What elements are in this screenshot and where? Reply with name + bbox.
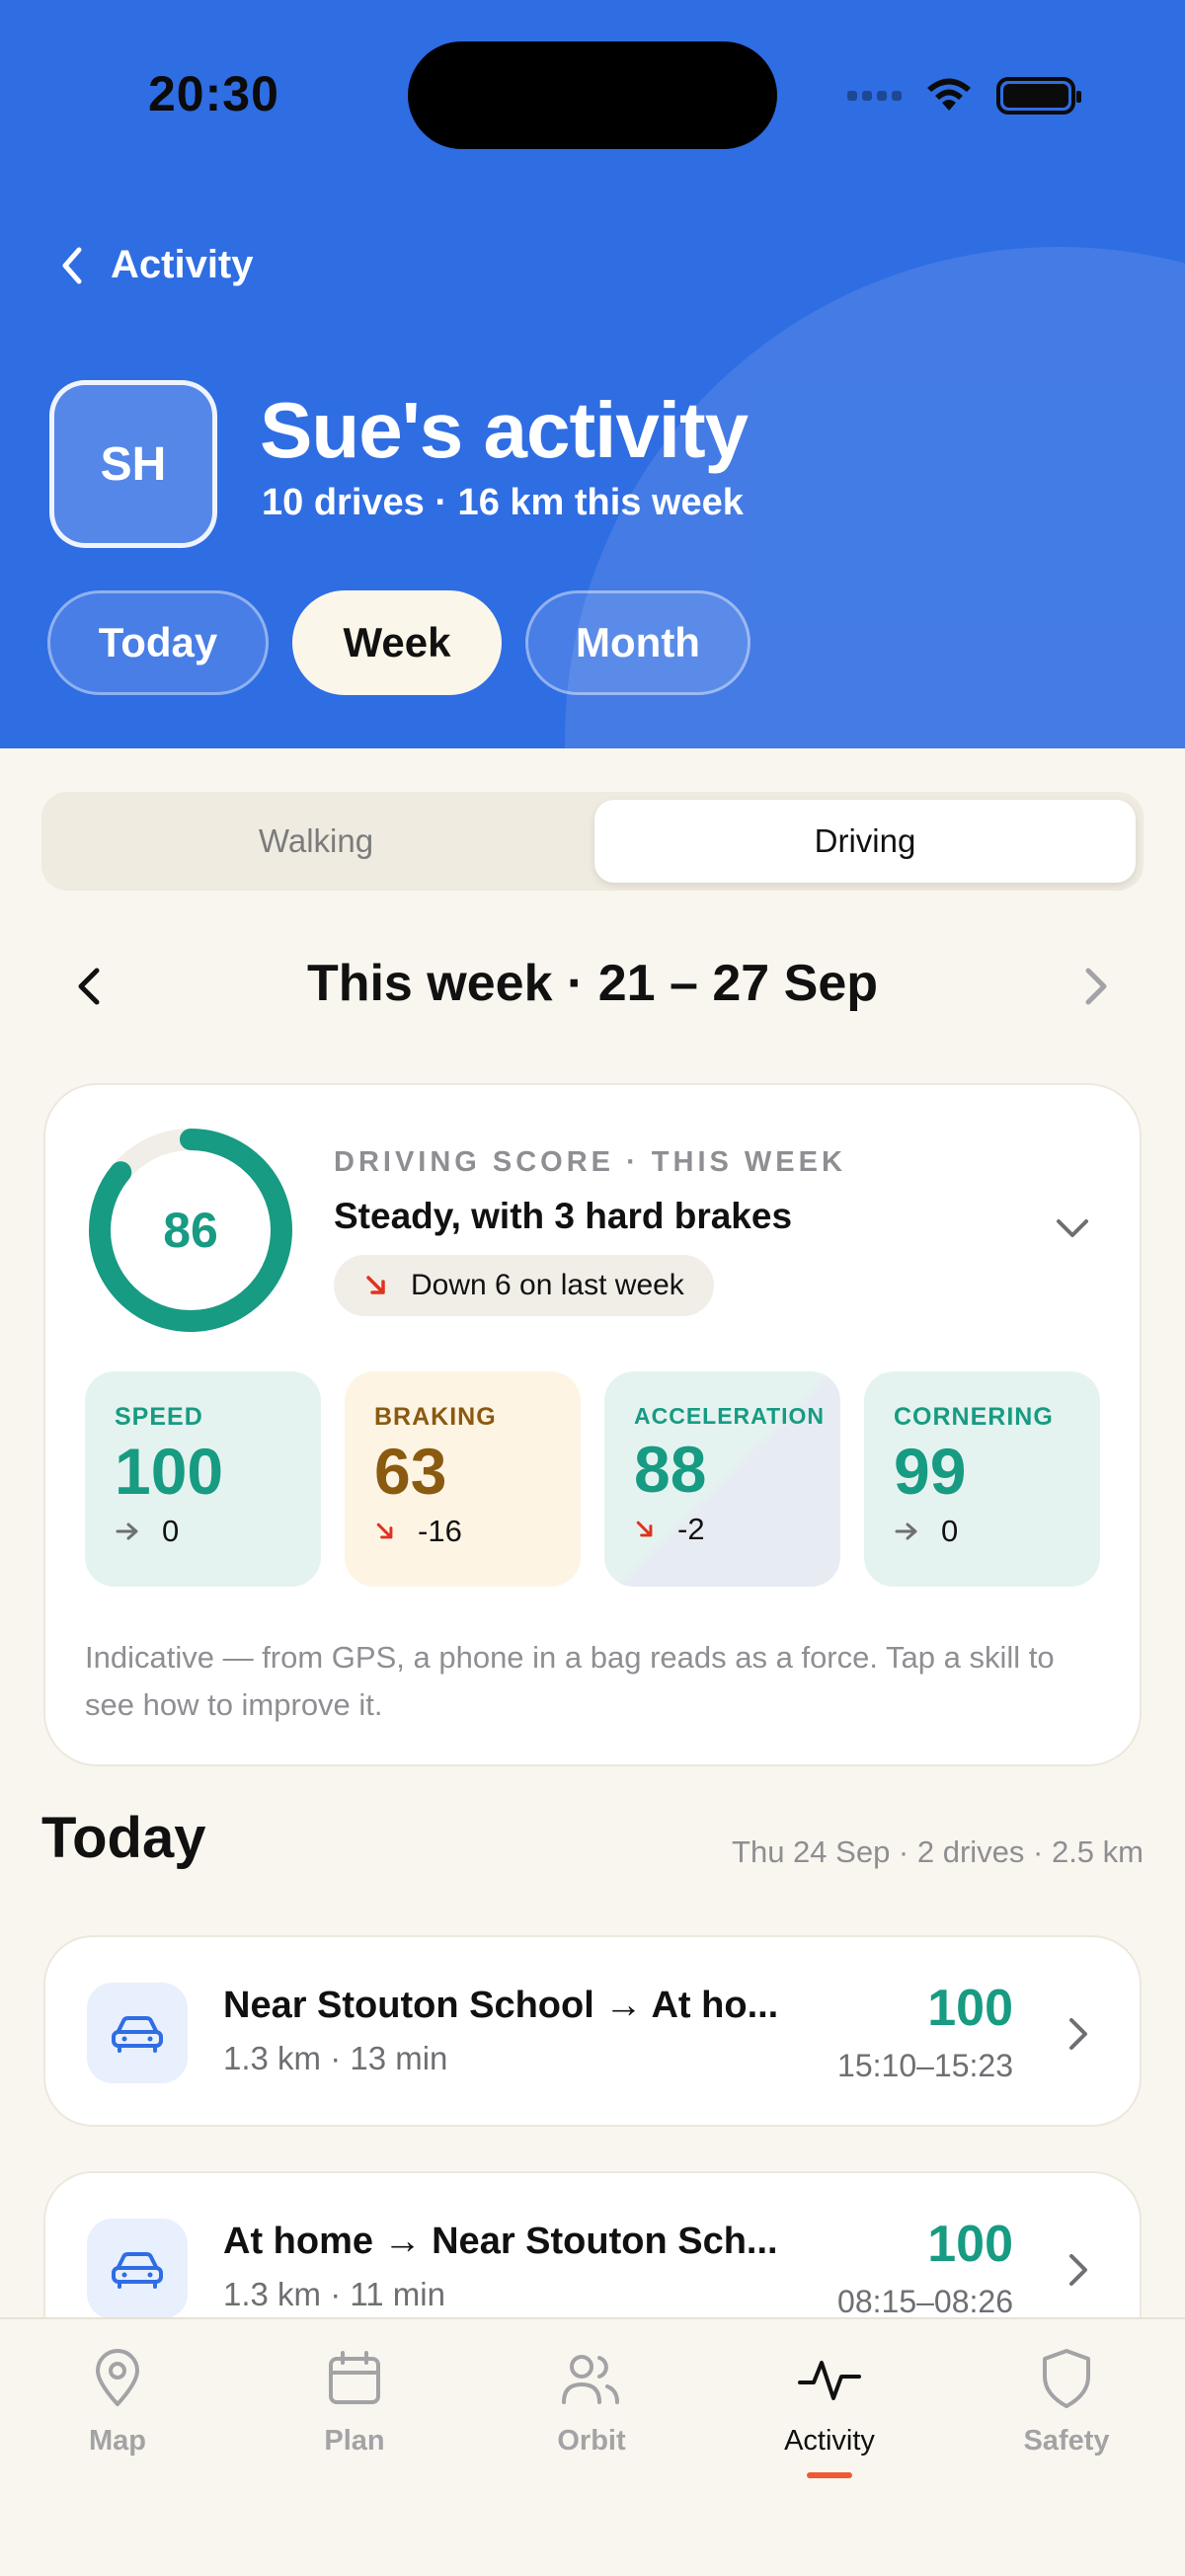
back-button[interactable]: Activity [59, 243, 254, 287]
cellular-signal-icon [847, 91, 902, 101]
score-disclaimer: Indicative — from GPS, a phone in a bag … [85, 1640, 1055, 1722]
chevron-left-icon [62, 247, 82, 283]
chevron-right-icon [1069, 2254, 1087, 2286]
today-summary: Thu 24 Sep · 2 drives · 2.5 km [732, 1834, 1144, 1869]
car-icon [87, 1983, 188, 2083]
skill-delta-value: -2 [677, 1511, 705, 1546]
tab-today[interactable]: Today [47, 590, 269, 695]
skill-value: 63 [374, 1435, 447, 1508]
battery-icon [996, 77, 1081, 115]
trend-down-icon [366, 1276, 385, 1294]
skill-cornering[interactable]: CORNERING 99 0 [864, 1371, 1100, 1587]
shield-icon [1043, 2349, 1090, 2408]
skill-value: 88 [634, 1433, 707, 1506]
driving-option[interactable]: Driving [594, 800, 1136, 883]
trend-flat-icon [116, 1522, 138, 1540]
score-headline: Steady, with 3 hard brakes [334, 1196, 793, 1236]
trend-down-icon [636, 1521, 653, 1536]
driving-score-card: 86 DRIVING SCORE · THIS WEEK Steady, wit… [43, 1083, 1142, 1766]
drive-distance-duration: 1.3 km · 13 min [223, 2040, 448, 2076]
chevron-right-icon [1069, 2018, 1087, 2050]
mode-toggle: Walking Driving [41, 792, 1144, 891]
skill-delta: 0 [115, 1514, 291, 1549]
nav-plan[interactable]: Plan [256, 2347, 453, 2458]
score-trend-text: Down 6 on last week [411, 1269, 684, 1301]
drive-distance-duration: 1.3 km · 11 min [223, 2276, 445, 2312]
bottom-nav: Map Plan Orbit Activity Safety [0, 2317, 1185, 2576]
nav-activity[interactable]: Activity [731, 2347, 928, 2458]
status-icons [847, 77, 1081, 115]
skill-value: 99 [894, 1435, 967, 1508]
previous-week-button[interactable] [69, 963, 109, 1010]
skill-name: SPEED [115, 1403, 203, 1431]
header: 20:30 Activity SH Sue's activity 10 driv… [0, 0, 1185, 748]
skill-name: CORNERING [894, 1403, 1054, 1431]
score-value: 86 [163, 1203, 218, 1258]
nav-label: Safety [1023, 2425, 1110, 2457]
back-label: Activity [111, 243, 254, 286]
tab-month[interactable]: Month [525, 590, 750, 695]
skill-delta: -16 [374, 1514, 551, 1549]
score-kicker: DRIVING SCORE · THIS WEEK [334, 1146, 846, 1178]
drive-score: 100 [927, 2216, 1013, 2273]
nav-map[interactable]: Map [19, 2347, 216, 2458]
page-title: Sue's activity [260, 386, 749, 474]
drive-time-range: 15:10–15:23 [837, 2048, 1013, 2083]
skill-braking[interactable]: BRAKING 63 -16 [345, 1371, 581, 1587]
skill-name: BRAKING [374, 1403, 497, 1431]
skill-tiles: SPEED 100 0 BRAKING 63 -16 ACCELERATION … [85, 1371, 1100, 1587]
people-icon [562, 2355, 619, 2404]
tab-week[interactable]: Week [292, 590, 502, 695]
skill-delta: -2 [634, 1512, 811, 1547]
nav-label: Orbit [557, 2425, 626, 2457]
skill-delta-value: 0 [162, 1513, 180, 1548]
trend-down-icon [376, 1522, 393, 1538]
wifi-icon [927, 78, 971, 111]
status-time: 20:30 [148, 66, 279, 121]
skill-speed[interactable]: SPEED 100 0 [85, 1371, 321, 1587]
nav-orbit[interactable]: Orbit [493, 2347, 690, 2458]
map-pin-icon [96, 2349, 139, 2406]
drive-card[interactable]: Near Stouton School → At ho... 1.3 km · … [43, 1935, 1142, 2127]
skill-acceleration[interactable]: ACCELERATION 88 -2 [604, 1371, 840, 1587]
skill-name: ACCELERATION [634, 1403, 826, 1429]
avatar: SH [49, 380, 217, 548]
active-tab-indicator [807, 2472, 852, 2478]
car-icon [87, 2219, 188, 2319]
activity-icon [798, 2361, 861, 2400]
week-title: This week · 21 – 27 Sep [306, 955, 879, 1012]
skill-delta-value: -16 [418, 1513, 462, 1548]
dynamic-island [408, 41, 777, 149]
next-week-button[interactable] [1076, 963, 1116, 1010]
nav-label: Map [89, 2425, 146, 2457]
drive-score: 100 [927, 1980, 1013, 2037]
calendar-icon [329, 2351, 380, 2404]
drive-time-range: 08:15–08:26 [837, 2284, 1013, 2319]
page-subtitle: 10 drives · 16 km this week [262, 482, 744, 523]
today-heading: Today [41, 1806, 206, 1870]
nav-safety[interactable]: Safety [968, 2347, 1165, 2458]
skill-delta: 0 [894, 1514, 1070, 1549]
score-trend-badge: Down 6 on last week [334, 1255, 714, 1316]
nav-label: Plan [324, 2425, 385, 2457]
skill-delta-value: 0 [941, 1513, 959, 1548]
walking-option[interactable]: Walking [49, 800, 583, 883]
nav-label: Activity [784, 2425, 875, 2457]
drive-route: Near Stouton School → At ho... [223, 1985, 779, 2026]
expand-chevron-icon[interactable] [1053, 1213, 1092, 1243]
range-tabs: Today Week Month [47, 590, 750, 695]
drive-route: At home → Near Stouton Sch... [223, 2221, 778, 2262]
skill-value: 100 [115, 1435, 224, 1508]
trend-flat-icon [895, 1522, 917, 1540]
